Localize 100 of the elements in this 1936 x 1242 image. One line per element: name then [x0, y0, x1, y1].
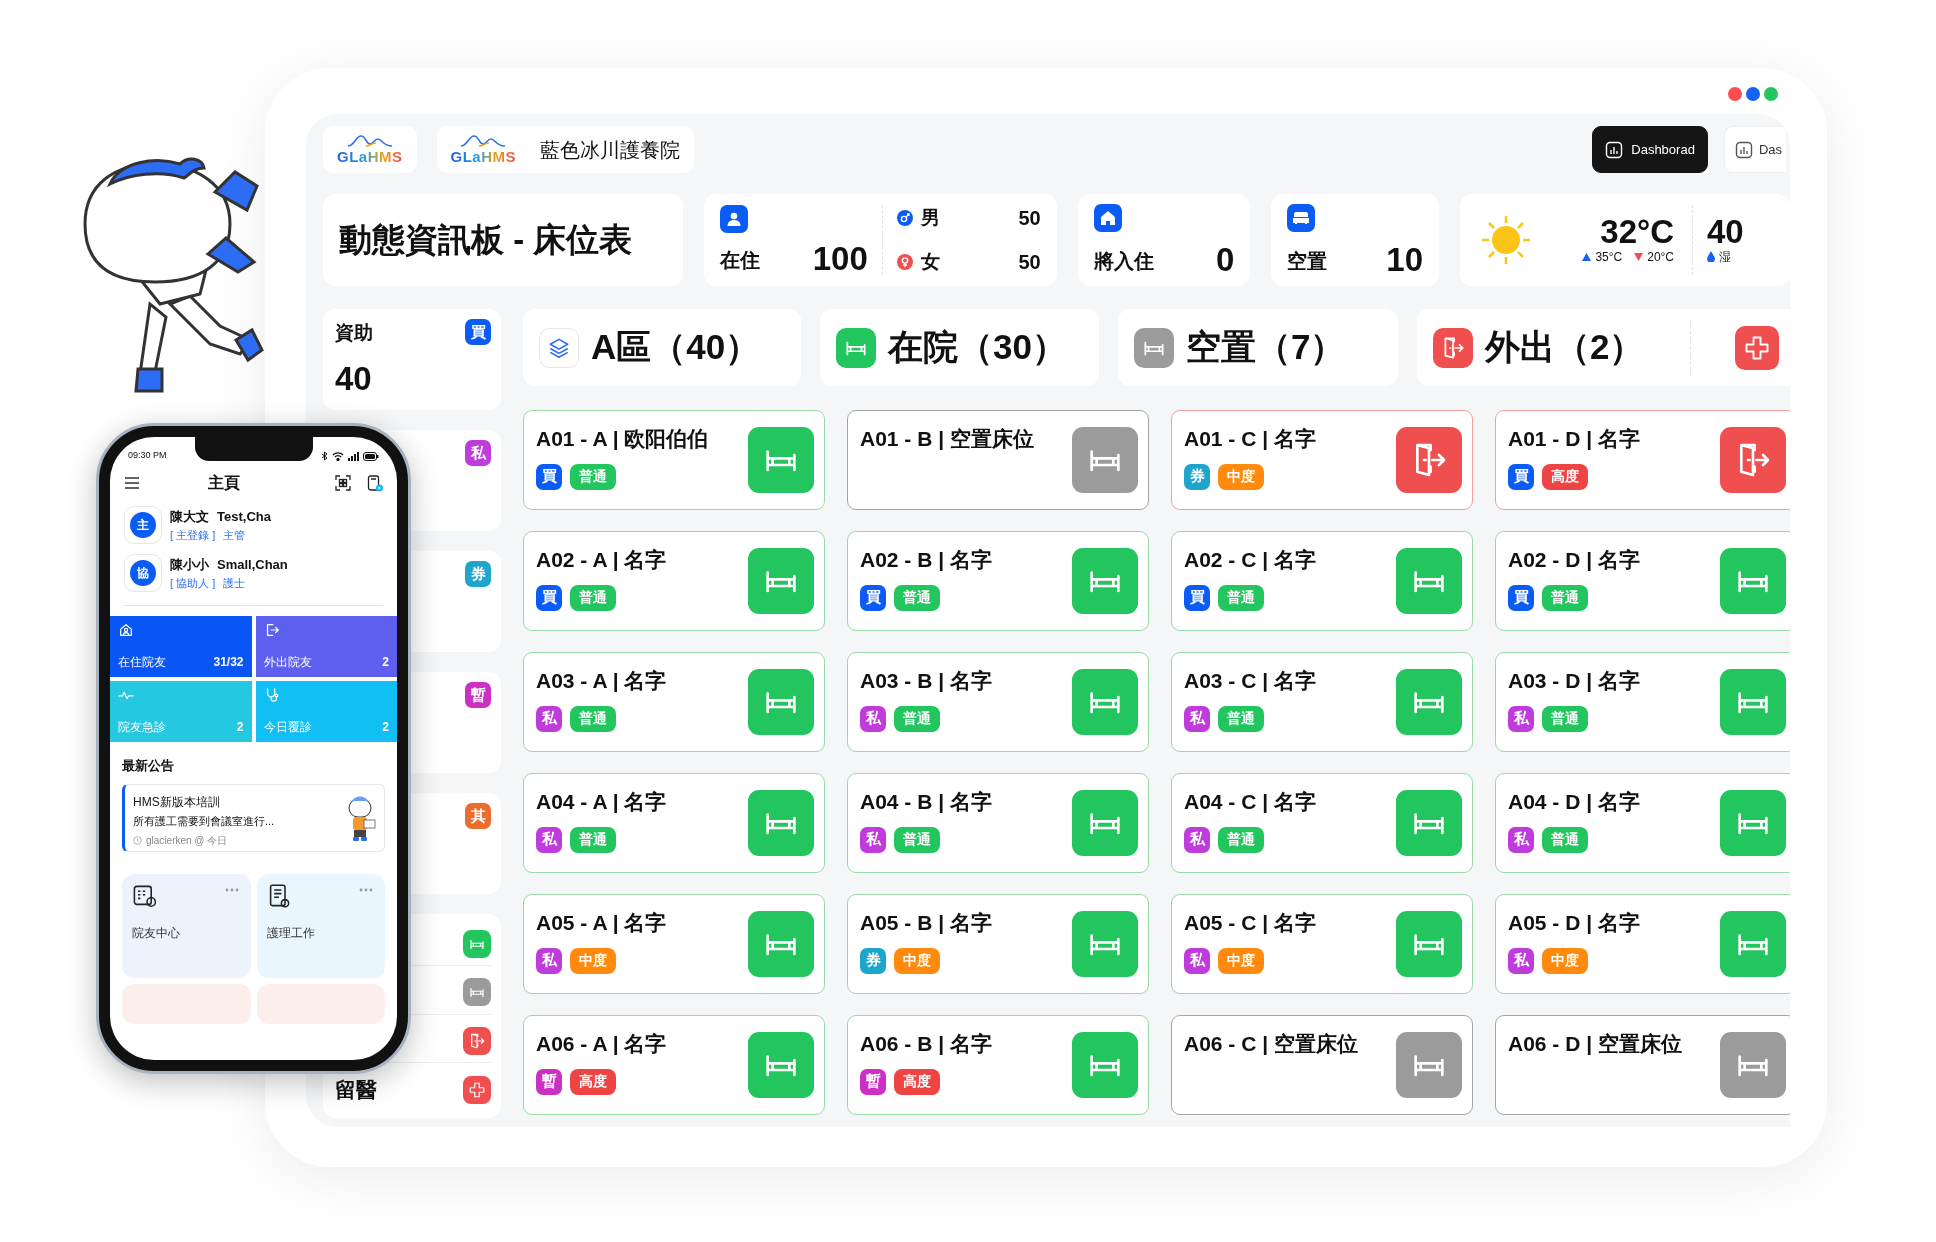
tile-count: 2 — [382, 719, 389, 736]
bed-card[interactable]: A05 - A | 名字 私 中度 — [523, 894, 825, 994]
care-level-tag: 普通 — [570, 826, 616, 853]
section-title: 在院（30） — [888, 326, 1067, 369]
window-dot[interactable] — [1764, 87, 1778, 101]
care-level-tag: 普通 — [1542, 705, 1588, 732]
gender-label: 女 — [920, 249, 940, 274]
bed-card[interactable]: A04 - A | 名字 私 普通 — [523, 773, 825, 873]
bed-icon — [1720, 1032, 1786, 1098]
dashboard-tab[interactable]: Dashborad — [1592, 126, 1708, 173]
bed-title: A04 - D | 名字 — [1508, 789, 1641, 815]
funding-badge: 私 — [860, 705, 886, 732]
bed-card[interactable]: A02 - A | 名字 買 普通 — [523, 531, 825, 631]
bed-icon — [1072, 911, 1138, 977]
bed-card[interactable]: A06 - B | 名字 暫 高度 — [847, 1015, 1149, 1115]
funding-badge: 暫 — [465, 682, 491, 708]
funding-badge: 買 — [860, 584, 886, 611]
bed-card[interactable]: A04 - D | 名字 私 普通 — [1495, 773, 1790, 873]
more-icon[interactable] — [224, 887, 239, 892]
care-level-tag: 普通 — [1218, 584, 1264, 611]
scan-icon[interactable] — [335, 474, 351, 491]
bed-card[interactable]: A01 - B | 空置床位 — [847, 410, 1149, 510]
temperature: 32°C — [1600, 214, 1674, 248]
bed-card[interactable]: A02 - D | 名字 買 普通 — [1495, 531, 1790, 631]
shortcut-card[interactable]: 護理工作 — [256, 873, 385, 978]
bed-title: A01 - B | 空置床位 — [860, 426, 1035, 452]
bed-card[interactable]: A05 - C | 名字 私 中度 — [1171, 894, 1473, 994]
window-dot[interactable] — [1746, 87, 1760, 101]
notice-card[interactable]: HMS新版本培訓 所有護工需要到會議室進行... glacierken @ 今日 — [122, 783, 385, 852]
bed-card[interactable]: A03 - A | 名字 私 普通 — [523, 652, 825, 752]
menu-icon[interactable] — [124, 477, 140, 489]
bed-card[interactable]: A02 - C | 名字 買 普通 — [1171, 531, 1473, 631]
humidity-value: 40 — [1707, 214, 1744, 248]
bed-icon — [748, 790, 814, 856]
bed-card[interactable]: A04 - B | 名字 私 普通 — [847, 773, 1149, 873]
bed-card[interactable]: A05 - B | 名字 券 中度 — [847, 894, 1149, 994]
bed-title: A02 - C | 名字 — [1184, 547, 1317, 573]
bed-title: A01 - C | 名字 — [1184, 426, 1317, 452]
bed-card[interactable]: A03 - D | 名字 私 普通 — [1495, 652, 1790, 752]
funding-badge: 買 — [1508, 584, 1534, 611]
dashboard-tab[interactable]: Das — [1723, 126, 1786, 173]
bed-icon — [463, 978, 491, 1007]
device-icon[interactable] — [367, 474, 383, 492]
signal-icon — [348, 451, 359, 461]
notice-meta: glacierken @ 今日 — [146, 834, 228, 848]
care-level-tag: 普通 — [1542, 584, 1588, 611]
shortcut-card[interactable]: 院友中心 — [122, 873, 251, 978]
shortcut-label: 院友中心 — [132, 925, 181, 943]
wifi-icon — [332, 451, 344, 461]
chart-icon — [1734, 140, 1753, 159]
user-role: 護士 — [223, 575, 246, 591]
bed-card[interactable]: A03 - B | 名字 私 普通 — [847, 652, 1149, 752]
bed-card[interactable]: A03 - C | 名字 私 普通 — [1171, 652, 1473, 752]
user-english-name: Small,Chan — [217, 556, 288, 574]
exit-door-icon — [463, 1026, 491, 1055]
more-icon[interactable] — [359, 887, 373, 892]
bed-card[interactable]: A04 - C | 名字 私 普通 — [1171, 773, 1473, 873]
bed-card[interactable]: A01 - D | 名字 買 高度 — [1495, 410, 1790, 510]
clock-icon — [133, 836, 142, 845]
care-level-tag: 中度 — [894, 947, 940, 974]
bed-title: A04 - C | 名字 — [1184, 789, 1317, 815]
bed-title: A06 - A | 名字 — [536, 1031, 668, 1057]
bed-card[interactable]: A06 - A | 名字 暫 高度 — [523, 1015, 825, 1115]
role-avatar: 協 — [130, 560, 156, 586]
bed-card[interactable]: A05 - D | 名字 私 中度 — [1495, 894, 1790, 994]
down-triangle-icon — [1634, 252, 1644, 261]
bed-card[interactable]: A06 - C | 空置床位 — [1171, 1015, 1473, 1115]
funding-badge: 私 — [536, 826, 562, 853]
bed-card[interactable]: A02 - B | 名字 買 普通 — [847, 531, 1149, 631]
care-level-tag: 高度 — [894, 1068, 940, 1095]
bed-card[interactable]: A01 - A | 欧阳伯伯 買 普通 — [523, 410, 825, 510]
care-level-tag: 普通 — [1218, 826, 1264, 853]
bed-icon — [748, 427, 814, 493]
section-heading: 最新公告 — [121, 757, 175, 775]
stat-tile[interactable]: 在住院友 31/32 — [110, 616, 252, 677]
bed-icon — [1072, 1032, 1138, 1098]
window-dot[interactable] — [1728, 87, 1742, 101]
house-icon — [1093, 204, 1122, 232]
care-level-tag: 高度 — [1542, 463, 1588, 490]
bed-card[interactable]: A06 - D | 空置床位 — [1495, 1015, 1790, 1115]
bed-card[interactable]: A01 - C | 名字 券 中度 — [1171, 410, 1473, 510]
funding-badge: 買 — [536, 463, 562, 490]
stat-tile[interactable]: 外出院友 2 — [255, 616, 397, 677]
user-english-name: Test,Cha — [217, 508, 271, 526]
person-icon — [719, 205, 748, 233]
exit-door-icon — [1396, 427, 1462, 493]
home-user-icon — [118, 622, 134, 638]
stat-value: 100 — [812, 242, 868, 275]
sidebar-label: 資助 — [335, 321, 373, 345]
tile-label: 今日覆診 — [263, 719, 312, 736]
exit-door-icon — [1433, 327, 1473, 368]
bed-title: A02 - D | 名字 — [1508, 547, 1641, 573]
funding-badge: 私 — [1184, 947, 1210, 974]
funding-badge: 私 — [1184, 705, 1210, 732]
stat-label: 將入住 — [1093, 249, 1154, 274]
funding-badge: 私 — [536, 947, 562, 974]
funding-badge: 買 — [1184, 584, 1210, 611]
bed-title: A05 - B | 名字 — [860, 910, 993, 936]
bed-icon — [1396, 548, 1462, 614]
bed-icon — [1396, 790, 1462, 856]
